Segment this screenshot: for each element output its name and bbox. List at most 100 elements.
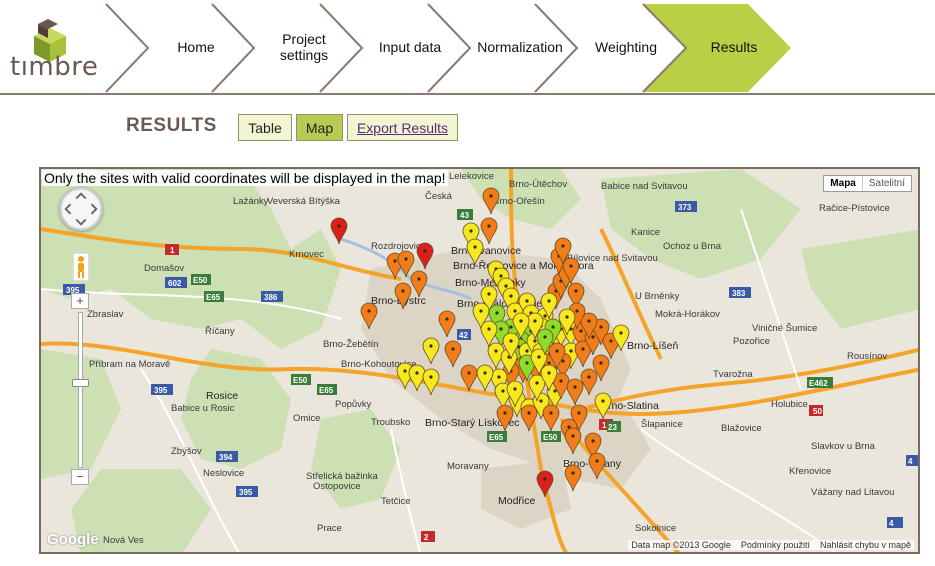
site-marker-dot (577, 411, 581, 415)
site-marker-dot (543, 314, 547, 318)
place-label: Račice-Pístovice (819, 203, 890, 214)
place-label: Brno-Ořešín (493, 196, 545, 207)
site-marker-dot (525, 361, 529, 365)
site-marker-dot (619, 331, 623, 335)
site-marker-dot (509, 294, 513, 298)
site-marker-dot (513, 309, 517, 313)
map-notice: Only the sites with valid coordinates wi… (42, 170, 448, 186)
site-marker-dot (479, 309, 483, 313)
svg-text:373: 373 (678, 203, 692, 212)
place-label: Křenovice (789, 466, 831, 477)
site-marker-dot (417, 277, 421, 281)
zoom-slider-track[interactable] (78, 312, 83, 468)
site-marker-dot (513, 387, 517, 391)
place-label: U Brněnky (635, 291, 680, 302)
site-marker-dot (401, 289, 405, 293)
site-marker-dot (403, 369, 407, 373)
map-container[interactable]: 43 373 1 602 E50 E65 386 383 395 E462 39… (39, 167, 920, 554)
place-label: Pozořice (733, 336, 770, 347)
place-label: Omice (293, 413, 320, 424)
place-label: Moravany (447, 461, 489, 472)
site-marker-dot (367, 309, 371, 313)
site-marker-dot (569, 349, 573, 353)
site-marker-dot (595, 459, 599, 463)
place-label: Slavkov u Brna (811, 441, 876, 452)
site-marker-dot (539, 399, 543, 403)
site-marker-dot (547, 299, 551, 303)
map-type-satellite-button[interactable]: Satelitní (863, 176, 911, 191)
site-marker-dot (591, 439, 595, 443)
header: tımbre Home Project settings Input data … (0, 0, 935, 96)
place-label: Holubice (771, 399, 808, 410)
site-marker-dot (569, 264, 573, 268)
site-marker-dot (527, 411, 531, 415)
site-marker-dot (519, 319, 523, 323)
place-label: Brno-Líšeň (627, 340, 679, 352)
site-marker-dot (487, 327, 491, 331)
site-marker-dot (599, 325, 603, 329)
site-marker-dot (587, 375, 591, 379)
map-canvas[interactable]: 43 373 1 602 E50 E65 386 383 395 E462 39… (41, 169, 920, 554)
site-marker-dot (555, 349, 559, 353)
place-label: Říčany (205, 326, 235, 337)
place-label: Brno-Ivanovice (451, 245, 521, 257)
step-weighting[interactable]: Weighting (580, 0, 672, 93)
site-marker-dot (501, 389, 505, 393)
svg-text:50: 50 (813, 407, 822, 416)
step-normalization[interactable]: Normalization (472, 0, 568, 93)
export-results-link[interactable]: Export Results (347, 114, 458, 141)
table-tab-button[interactable]: Table (238, 114, 292, 141)
attribution-report-link[interactable]: Nahlásit chybu v mapě (820, 540, 911, 550)
map-type-map-button[interactable]: Mapa (824, 176, 863, 191)
step-home[interactable]: Home (150, 0, 242, 93)
site-marker-dot (494, 349, 498, 353)
svg-text:E462: E462 (809, 379, 828, 388)
place-label: Neslovice (203, 468, 244, 479)
step-input-data[interactable]: Input data (364, 0, 456, 93)
site-marker-dot (499, 327, 503, 331)
svg-text:E65: E65 (206, 293, 221, 302)
place-label: Lažánky (233, 196, 269, 207)
site-marker-dot (429, 375, 433, 379)
svg-text:4: 4 (908, 457, 913, 466)
wizard-steps-background (105, 3, 791, 93)
map-type-control[interactable]: Mapa Satelitní (823, 175, 912, 192)
street-view-pegman-icon[interactable] (73, 253, 89, 281)
place-label: Babice nad Svitavou (601, 181, 688, 192)
site-marker-dot (537, 355, 541, 359)
attribution-terms-link[interactable]: Podmínky použití (741, 540, 810, 550)
results-title: RESULTS (126, 115, 217, 136)
zoom-out-button[interactable]: − (71, 469, 89, 485)
place-label: Nová Ves (103, 535, 144, 546)
svg-text:23: 23 (608, 423, 617, 432)
site-marker-dot (337, 224, 341, 228)
svg-text:2: 2 (424, 533, 429, 542)
zoom-in-button[interactable]: + (71, 293, 89, 309)
site-marker-dot (581, 347, 585, 351)
place-label: Troubsko (371, 417, 410, 428)
place-label: Vážany nad Litavou (811, 487, 894, 498)
svg-text:395: 395 (154, 386, 168, 395)
site-marker-dot (591, 335, 595, 339)
place-label: Tvarožna (713, 369, 753, 380)
zoom-slider-thumb[interactable] (72, 379, 89, 387)
site-marker-dot (599, 361, 603, 365)
site-marker-dot (609, 339, 613, 343)
svg-text:386: 386 (264, 293, 278, 302)
site-marker-dot (547, 371, 551, 375)
google-logo[interactable]: Google (47, 531, 99, 548)
place-label: Zbraslav (87, 309, 124, 320)
site-marker-dot (415, 371, 419, 375)
pan-control-icon[interactable] (59, 187, 103, 231)
site-marker-dot (503, 411, 507, 415)
site-marker-dot (469, 229, 473, 233)
site-marker-dot (483, 371, 487, 375)
site-marker-dot (579, 329, 583, 333)
site-marker-dot (509, 325, 513, 329)
place-label: Rosice (206, 390, 238, 402)
map-tab-button[interactable]: Map (296, 114, 343, 141)
place-label: Prace (317, 523, 342, 534)
step-project-settings[interactable]: Project settings (258, 0, 350, 93)
place-label: Bílovice nad Svitavou (567, 253, 658, 264)
step-results[interactable]: Results (688, 0, 780, 93)
